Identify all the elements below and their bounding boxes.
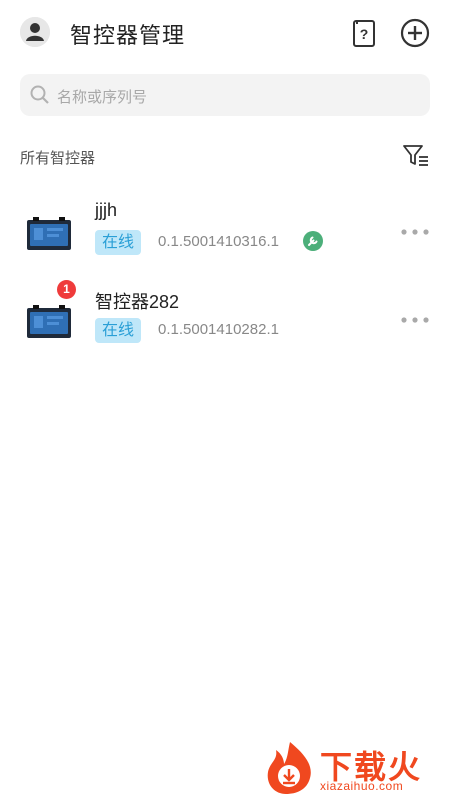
page-title: 智控器管理 — [70, 23, 186, 48]
app-header: 智控器管理 ? — [0, 0, 450, 68]
device-list-item[interactable]: 1 智控器282 在线 0.1.5001410282.1 — [0, 280, 450, 358]
filter-list-icon[interactable] — [402, 144, 430, 168]
wrench-icon[interactable] — [303, 231, 323, 251]
help-icon[interactable]: ? — [350, 18, 378, 48]
device-serial: 0.1.5001410316.1 — [158, 233, 279, 250]
device-name: 智控器282 — [95, 292, 180, 312]
user-avatar-icon[interactable] — [20, 17, 50, 47]
device-name: jjjh — [95, 200, 118, 220]
add-circle-icon[interactable] — [400, 18, 430, 48]
watermark-subtext: xiazaihuo.com — [320, 779, 404, 793]
controller-device-icon — [25, 302, 73, 342]
device-list-item[interactable]: jjjh 在线 0.1.5001410316.1 — [0, 200, 450, 270]
status-badge: 在线 — [95, 230, 142, 255]
svg-text:?: ? — [360, 26, 369, 42]
status-badge: 在线 — [95, 318, 142, 343]
flame-logo-icon — [267, 742, 311, 794]
section-label: 所有智控器 — [20, 150, 96, 167]
notification-badge: 1 — [57, 280, 76, 299]
more-options-icon[interactable] — [400, 312, 430, 323]
device-serial: 0.1.5001410282.1 — [158, 321, 279, 338]
search-placeholder: 名称或序列号 — [57, 89, 148, 106]
more-options-icon[interactable] — [400, 224, 430, 235]
search-field[interactable]: 名称或序列号 — [20, 74, 430, 116]
search-icon — [29, 84, 51, 106]
controller-device-icon — [25, 214, 73, 254]
watermark-logo: 下载火 xiazaihuo.com — [262, 738, 442, 796]
